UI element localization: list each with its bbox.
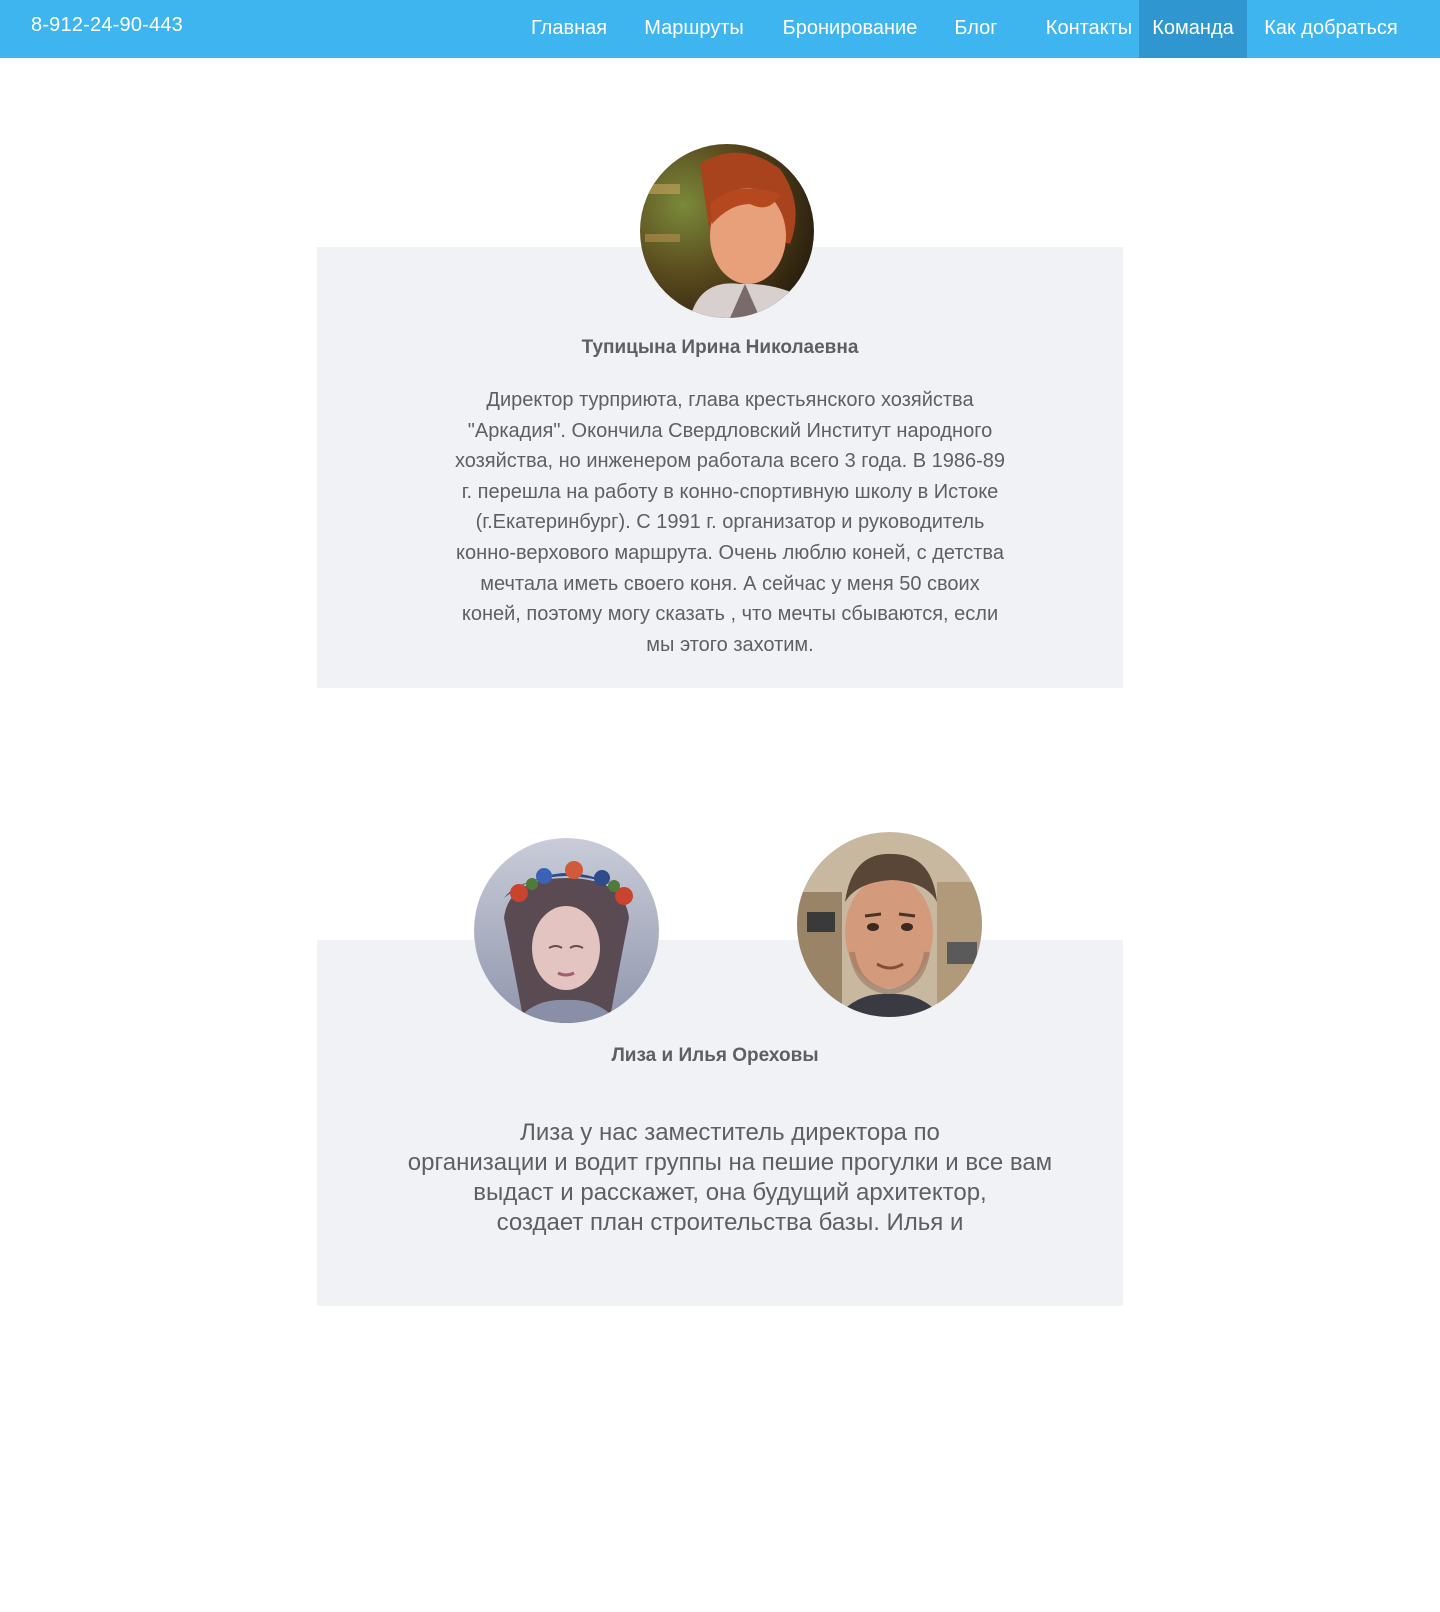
bio-line: (г.Екатеринбург). С 1991 г. организатор … [475,511,985,534]
portrait-man-icon [797,832,982,1017]
nav-item-team[interactable]: Команда [1139,0,1247,58]
nav-item-directions[interactable]: Как добраться [1253,0,1409,58]
top-navigation-bar: 8-912-24-90-443 Главная Маршруты Брониро… [0,0,1440,58]
liza-photo [474,838,659,1023]
bio-line: Лиза у нас заместитель директора по [520,1119,940,1146]
ilya-photo [797,832,982,1017]
director-photo [640,144,814,318]
member-name: Лиза и Илья Ореховы [611,1045,819,1066]
bio-line: "Аркадия". Окончила Свердловский Институ… [467,419,993,442]
bio-line: создает план строительства базы. Илья и [496,1209,964,1236]
member-bio: Лиза у нас заместитель директора по орга… [370,1118,1090,1238]
nav-item-routes[interactable]: Маршруты [636,0,752,58]
portrait-woman-icon [640,144,814,318]
bio-line: г. перешла на работу в конно-спортивную … [461,480,999,503]
bio-line: мы этого захотим. [646,633,814,656]
bio-line: мечтала иметь своего коня. А сейчас у ме… [480,572,980,595]
nav-item-booking[interactable]: Бронирование [775,0,925,58]
bio-line: хозяйства, но инженером работала всего 3… [454,450,1006,473]
member-name: Тупицына Ирина Николаевна [581,337,859,358]
nav-item-home[interactable]: Главная [521,0,617,58]
main-nav: Главная Маршруты Бронирование Блог Конта… [0,0,1440,58]
portrait-girl-icon [474,838,659,1023]
nav-item-contacts[interactable]: Контакты [1031,0,1147,58]
bio-line: конно-верхового маршрута. Очень люблю ко… [456,541,1004,564]
nav-item-blog[interactable]: Блог [946,0,1006,58]
bio-line: организации и водит группы на пешие прог… [407,1149,1053,1176]
member-bio: Директор турприюта, глава крестьянского … [440,385,1020,660]
bio-line: коней, поэтому могу сказать , что мечты … [461,603,999,626]
bio-line: Директор турприюта, глава крестьянского … [486,389,974,411]
bio-line: выдаст и расскажет, она будущий архитект… [473,1179,987,1206]
